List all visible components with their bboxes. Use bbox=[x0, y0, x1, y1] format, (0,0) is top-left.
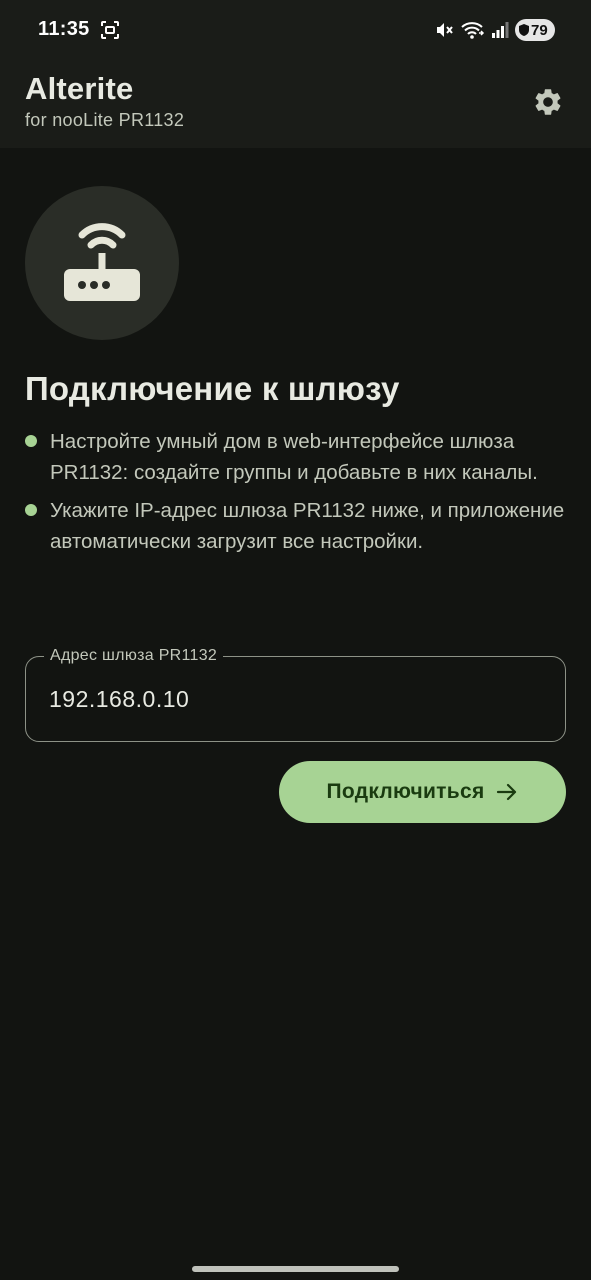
bullet-icon bbox=[25, 504, 37, 516]
status-icons: 79 bbox=[435, 18, 555, 42]
gateway-address-input[interactable] bbox=[49, 679, 529, 719]
instruction-text: Укажите IP-адрес шлюза PR1132 ниже, и пр… bbox=[50, 499, 565, 553]
battery-body: 79 bbox=[515, 19, 555, 41]
mute-icon bbox=[437, 23, 453, 37]
battery-icon: 79 bbox=[515, 19, 555, 41]
app-bar: Alterite for nooLite PR1132 bbox=[0, 60, 591, 148]
instruction-item: Укажите IP-адрес шлюза PR1132 ниже, и пр… bbox=[25, 495, 565, 557]
bullet-icon bbox=[25, 435, 37, 447]
router-icon bbox=[64, 223, 140, 301]
shield-icon bbox=[519, 24, 529, 36]
instruction-text: Настройте умный дом в web-интерфейсе шлю… bbox=[50, 430, 538, 484]
screen: 11:35 79 Alterite for nooLite PR1132 Под… bbox=[0, 0, 591, 1280]
signal-icon bbox=[492, 22, 509, 38]
battery-level: 79 bbox=[531, 21, 548, 39]
gateway-address-label: Адрес шлюза PR1132 bbox=[44, 646, 224, 666]
connect-button[interactable]: Подключиться bbox=[279, 761, 566, 823]
router-icon-container bbox=[25, 186, 179, 340]
app-title: Alterite bbox=[25, 71, 134, 106]
instruction-item: Настройте умный дом в web-интерфейсе шлю… bbox=[25, 426, 565, 488]
arrow-right-icon bbox=[496, 783, 516, 801]
gear-icon bbox=[535, 89, 561, 115]
status-bar: 11:35 79 bbox=[0, 0, 591, 60]
wifi-icon bbox=[461, 22, 485, 39]
connect-button-label: Подключиться bbox=[326, 780, 485, 803]
app-subtitle: for nooLite PR1132 bbox=[25, 110, 185, 130]
settings-button[interactable] bbox=[526, 80, 570, 124]
instructions-list: Настройте умный дом в web-интерфейсе шлю… bbox=[25, 426, 565, 564]
page-title: Подключение к шлюзу bbox=[25, 370, 400, 407]
status-time: 11:35 bbox=[38, 18, 90, 40]
gateway-address-field[interactable]: Адрес шлюза PR1132 bbox=[25, 646, 566, 742]
screenshot-icon bbox=[101, 21, 119, 39]
navigation-handle[interactable] bbox=[192, 1266, 399, 1272]
